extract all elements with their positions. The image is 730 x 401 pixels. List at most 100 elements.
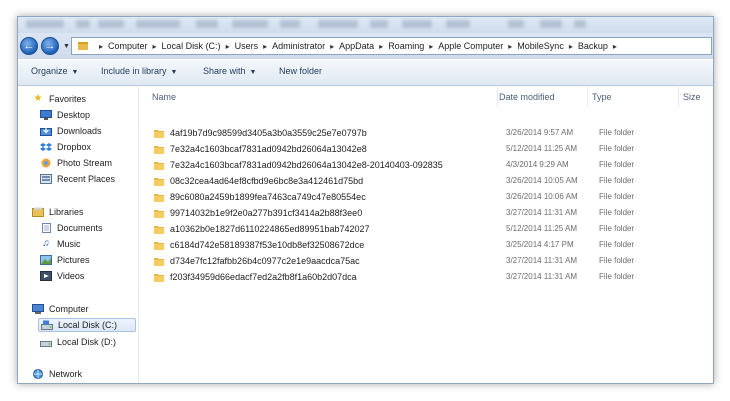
chevron-right-icon[interactable]: ▸ [263,42,267,51]
arrow-left-icon: ← [23,39,35,52]
sidebar-item-label: Documents [57,223,103,233]
breadcrumb-appdata[interactable]: AppData [339,41,374,51]
file-type: File folder [599,272,635,281]
column-header-size[interactable]: Size [679,87,713,107]
forward-button[interactable]: → [41,37,59,55]
file-list: Name Date modified Type Size 4af19b7d9c9… [140,87,713,383]
column-header-date-modified[interactable]: Date modified [495,87,588,107]
folder-icon [154,209,164,218]
breadcrumb-local-disk-c[interactable]: Local Disk (C:) [162,41,221,51]
explorer-window: ← → ▼ ▸ Computer ▸ Local Disk (C:) ▸ Use… [17,16,714,384]
table-row[interactable]: 89c6080a2459b1899fea7463ca749c47e80554ec… [148,189,708,205]
include-label: Include in library [101,66,167,76]
table-row[interactable]: 7e32a4c1603bcaf7831ad0942bd26064a13042e8… [148,157,708,173]
favorites-group[interactable]: ★ Favorites [32,92,87,106]
include-in-library-button[interactable]: Include in library ▼ [101,66,177,76]
sidebar-item-videos[interactable]: Videos [40,269,84,283]
table-row[interactable]: 4af19b7d9c98599d3405a3b0a3559c25e7e0797b… [148,125,708,141]
folder-icon [154,193,164,202]
file-name: 7e32a4c1603bcaf7831ad0942bd26064a13042e8… [170,160,443,170]
file-date: 3/25/2014 4:17 PM [506,240,574,249]
folder-icon [154,161,164,170]
sidebar-item-documents[interactable]: Documents [40,221,103,235]
back-button[interactable]: ← [20,37,38,55]
sidebar-item-photo-stream[interactable]: Photo Stream [40,156,112,170]
file-name: 08c32cea4ad64ef8cfbd9e6bc8e3a412461d75bd [170,176,364,186]
table-row[interactable]: a10362b0e1827d6110224865ed89951bab742027… [148,221,708,237]
network-group[interactable]: Network [32,367,82,381]
desktop-icon [40,110,52,121]
share-with-button[interactable]: Share with ▼ [203,66,256,76]
chevron-right-icon[interactable]: ▸ [569,42,573,51]
table-row[interactable]: 99714032b1e9f2e0a277b391cf3414a2b88f3ee0… [148,205,708,221]
folder-icon [154,273,164,282]
share-label: Share with [203,66,246,76]
file-date: 3/27/2014 11:31 AM [506,208,578,217]
breadcrumb-mobilesync[interactable]: MobileSync [517,41,564,51]
chevron-right-icon[interactable]: ▸ [613,42,617,51]
breadcrumb-backup[interactable]: Backup [578,41,608,51]
libraries-icon [32,207,44,218]
file-type: File folder [599,208,635,217]
navigation-row: ← → ▼ ▸ Computer ▸ Local Disk (C:) ▸ Use… [18,33,713,59]
sidebar-item-downloads[interactable]: Downloads [40,124,102,138]
sidebar-item-recent-places[interactable]: Recent Places [40,172,115,186]
chevron-right-icon[interactable]: ▸ [508,42,512,51]
new-folder-button[interactable]: New folder [279,66,322,76]
table-row[interactable]: 08c32cea4ad64ef8cfbd9e6bc8e3a412461d75bd… [148,173,708,189]
sidebar-item-desktop[interactable]: Desktop [40,108,90,122]
pictures-icon [40,255,52,266]
photo-stream-icon [40,158,52,169]
file-date: 4/3/2014 9:29 AM [506,160,569,169]
file-type: File folder [599,160,635,169]
dropbox-icon [40,142,52,153]
sidebar-item-label: Dropbox [57,142,92,152]
sidebar-item-label: Local Disk (D:) [57,337,117,347]
computer-group[interactable]: Computer [32,302,89,316]
folder-icon [154,241,164,250]
breadcrumb-computer[interactable]: Computer [108,41,148,51]
file-name: c6184d742e58189387f53e10db8ef32508672dce [170,240,365,250]
file-type: File folder [599,224,635,233]
network-icon [32,369,44,380]
breadcrumb-apple-computer[interactable]: Apple Computer [438,41,503,51]
sidebar-item-label: Local Disk (C:) [58,320,118,330]
sidebar-item-music[interactable]: ♫ Music [40,237,81,251]
chevron-right-icon[interactable]: ▸ [226,42,230,51]
chevron-right-icon[interactable]: ▸ [379,42,383,51]
table-row[interactable]: 7e32a4c1603bcaf7831ad0942bd26064a13042e8… [148,141,708,157]
sidebar-item-pictures[interactable]: Pictures [40,253,90,267]
favorites-label: Favorites [49,94,87,104]
file-date: 3/26/2014 10:06 AM [506,192,578,201]
column-header-name[interactable]: Name [148,87,498,107]
libraries-group[interactable]: Libraries [32,205,84,219]
table-row[interactable]: d734e7fc12fafbb26b4c0977c2e1e9aacdca75ac… [148,253,708,269]
chevron-right-icon[interactable]: ▸ [153,42,157,51]
table-row[interactable]: f203f34959d66edacf7ed2a2fb8f1a60b2d07dca… [148,269,708,285]
title-bar [18,17,713,33]
breadcrumb-administrator[interactable]: Administrator [272,41,325,51]
computer-label: Computer [49,304,89,314]
chevron-right-icon[interactable]: ▸ [99,42,103,51]
caret-down-icon: ▼ [71,69,79,76]
table-row[interactable]: c6184d742e58189387f53e10db8ef32508672dce… [148,237,708,253]
breadcrumb-users[interactable]: Users [235,41,259,51]
address-bar[interactable]: ▸ Computer ▸ Local Disk (C:) ▸ Users ▸ A… [71,37,712,55]
chevron-right-icon[interactable]: ▸ [330,42,334,51]
recent-pages-dropdown[interactable]: ▼ [63,43,70,50]
folder-icon [78,42,88,50]
file-name: a10362b0e1827d6110224865ed89951bab742027 [170,224,370,234]
file-date: 5/12/2014 11:25 AM [506,144,578,153]
sidebar-item-label: Photo Stream [57,158,113,168]
sidebar-item-dropbox[interactable]: Dropbox [40,140,91,154]
sidebar-item-local-disk-d[interactable]: Local Disk (D:) [40,335,116,349]
breadcrumb-roaming[interactable]: Roaming [388,41,424,51]
organize-button[interactable]: Organize ▼ [31,66,78,76]
sidebar-item-local-disk-c[interactable]: Local Disk (C:) [38,318,136,332]
column-header-type[interactable]: Type [588,87,679,107]
sidebar-item-label: Music [57,239,81,249]
chevron-right-icon[interactable]: ▸ [429,42,433,51]
computer-icon [32,304,44,315]
sidebar-item-label: Videos [57,271,85,281]
network-label: Network [49,369,83,379]
